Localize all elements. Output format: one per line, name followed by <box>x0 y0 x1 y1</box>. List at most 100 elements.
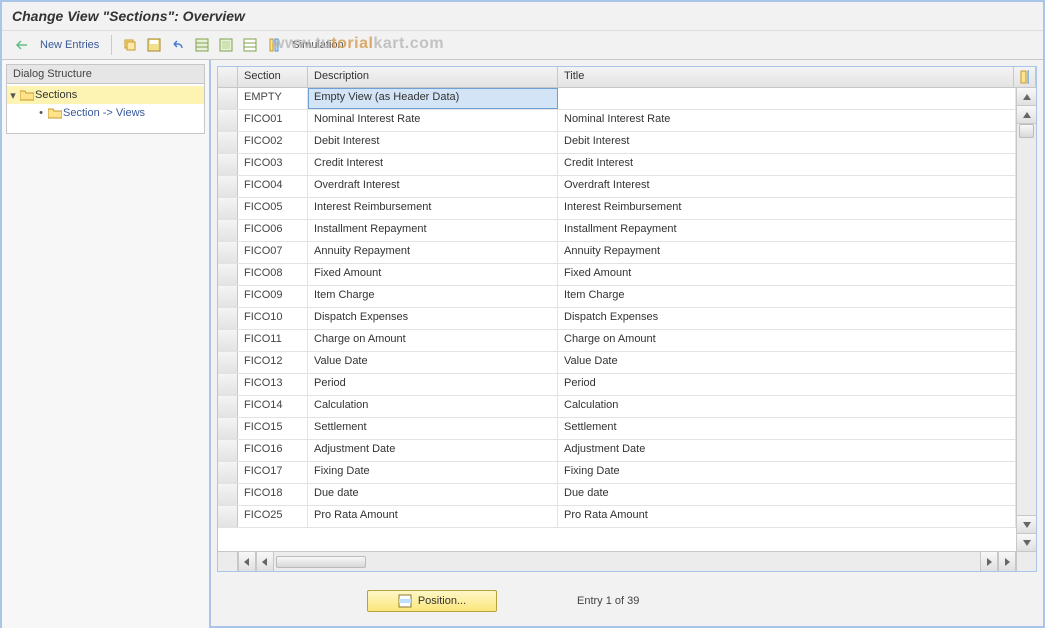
cell-title[interactable]: Charge on Amount <box>558 330 1016 351</box>
cell-description[interactable]: Debit Interest <box>308 132 558 153</box>
cell-title[interactable]: Item Charge <box>558 286 1016 307</box>
cell-section[interactable]: FICO03 <box>238 154 308 175</box>
table-row[interactable]: FICO12Value DateValue Date <box>218 352 1016 374</box>
hscroll-thumb[interactable] <box>276 556 366 568</box>
hscroll-right2-icon[interactable] <box>980 552 998 571</box>
col-header-title[interactable]: Title <box>558 67 1014 87</box>
cell-section[interactable]: FICO11 <box>238 330 308 351</box>
row-handle[interactable] <box>218 264 238 285</box>
row-handle[interactable] <box>218 308 238 329</box>
cell-description[interactable]: Installment Repayment <box>308 220 558 241</box>
table-row[interactable]: FICO11Charge on AmountCharge on Amount <box>218 330 1016 352</box>
cell-title[interactable]: Adjustment Date <box>558 440 1016 461</box>
table-row[interactable]: FICO07Annuity RepaymentAnnuity Repayment <box>218 242 1016 264</box>
cell-description[interactable]: Settlement <box>308 418 558 439</box>
grid-corner[interactable] <box>218 67 238 87</box>
table-row[interactable]: FICO09Item ChargeItem Charge <box>218 286 1016 308</box>
scroll-down2-icon[interactable] <box>1017 515 1036 533</box>
row-handle[interactable] <box>218 132 238 153</box>
vertical-scrollbar[interactable] <box>1016 88 1036 551</box>
hscroll-left2-icon[interactable] <box>256 552 274 571</box>
table-row[interactable]: FICO01Nominal Interest RateNominal Inter… <box>218 110 1016 132</box>
cell-section[interactable]: FICO09 <box>238 286 308 307</box>
cell-title[interactable]: Fixed Amount <box>558 264 1016 285</box>
table-row[interactable]: FICO13PeriodPeriod <box>218 374 1016 396</box>
cell-title[interactable]: Calculation <box>558 396 1016 417</box>
cell-section[interactable]: FICO16 <box>238 440 308 461</box>
row-handle[interactable] <box>218 176 238 197</box>
copy-icon[interactable] <box>120 35 140 55</box>
tree-node-sections[interactable]: ▾ Sections <box>7 86 204 104</box>
cell-title[interactable] <box>558 88 1016 109</box>
position-button[interactable]: Position... <box>367 590 497 612</box>
row-handle[interactable] <box>218 418 238 439</box>
cell-section[interactable]: FICO06 <box>238 220 308 241</box>
cell-title[interactable]: Nominal Interest Rate <box>558 110 1016 131</box>
save-icon[interactable] <box>144 35 164 55</box>
row-handle[interactable] <box>218 110 238 131</box>
cell-section[interactable]: FICO12 <box>238 352 308 373</box>
cell-section[interactable]: FICO01 <box>238 110 308 131</box>
cell-title[interactable]: Credit Interest <box>558 154 1016 175</box>
cell-title[interactable]: Annuity Repayment <box>558 242 1016 263</box>
cell-title[interactable]: Debit Interest <box>558 132 1016 153</box>
table-row[interactable]: FICO18Due dateDue date <box>218 484 1016 506</box>
cell-section[interactable]: FICO17 <box>238 462 308 483</box>
cell-section[interactable]: FICO25 <box>238 506 308 527</box>
row-handle[interactable] <box>218 396 238 417</box>
cell-description[interactable]: Empty View (as Header Data) <box>308 88 558 109</box>
cell-section[interactable]: FICO13 <box>238 374 308 395</box>
row-handle[interactable] <box>218 484 238 505</box>
table-row[interactable]: FICO14CalculationCalculation <box>218 396 1016 418</box>
table-row[interactable]: FICO05Interest ReimbursementInterest Rei… <box>218 198 1016 220</box>
table-row[interactable]: FICO02Debit InterestDebit Interest <box>218 132 1016 154</box>
row-handle[interactable] <box>218 154 238 175</box>
cell-title[interactable]: Due date <box>558 484 1016 505</box>
tree-node-section-views[interactable]: • Section -> Views <box>7 104 204 122</box>
table-row[interactable]: FICO10Dispatch ExpensesDispatch Expenses <box>218 308 1016 330</box>
row-handle[interactable] <box>218 352 238 373</box>
cell-section[interactable]: FICO08 <box>238 264 308 285</box>
cell-description[interactable]: Dispatch Expenses <box>308 308 558 329</box>
table-row[interactable]: FICO25Pro Rata AmountPro Rata Amount <box>218 506 1016 528</box>
scroll-thumb[interactable] <box>1019 124 1034 138</box>
row-handle[interactable] <box>218 374 238 395</box>
col-config-icon[interactable] <box>1014 67 1036 87</box>
deselect-all-icon[interactable] <box>240 35 260 55</box>
cell-title[interactable]: Settlement <box>558 418 1016 439</box>
table-row[interactable]: FICO03Credit InterestCredit Interest <box>218 154 1016 176</box>
cell-description[interactable]: Period <box>308 374 558 395</box>
cell-section[interactable]: FICO15 <box>238 418 308 439</box>
col-header-description[interactable]: Description <box>308 67 558 87</box>
cell-description[interactable]: Value Date <box>308 352 558 373</box>
row-handle[interactable] <box>218 330 238 351</box>
cell-description[interactable]: Charge on Amount <box>308 330 558 351</box>
row-handle[interactable] <box>218 242 238 263</box>
table-row[interactable]: FICO15SettlementSettlement <box>218 418 1016 440</box>
row-handle[interactable] <box>218 286 238 307</box>
cell-title[interactable]: Period <box>558 374 1016 395</box>
cell-description[interactable]: Calculation <box>308 396 558 417</box>
horizontal-scrollbar[interactable] <box>218 551 1036 571</box>
row-handle[interactable] <box>218 440 238 461</box>
row-handle[interactable] <box>218 220 238 241</box>
table-row[interactable]: EMPTYEmpty View (as Header Data) <box>218 88 1016 110</box>
cell-title[interactable]: Installment Repayment <box>558 220 1016 241</box>
cell-section[interactable]: FICO05 <box>238 198 308 219</box>
scroll-up2-icon[interactable] <box>1017 106 1036 124</box>
table-row[interactable]: FICO16Adjustment DateAdjustment Date <box>218 440 1016 462</box>
cell-description[interactable]: Adjustment Date <box>308 440 558 461</box>
expand-toggle-icon[interactable] <box>12 35 32 55</box>
tree-collapse-icon[interactable]: ▾ <box>7 89 19 102</box>
cell-description[interactable]: Nominal Interest Rate <box>308 110 558 131</box>
cell-title[interactable]: Overdraft Interest <box>558 176 1016 197</box>
config-icon[interactable] <box>264 35 284 55</box>
cell-description[interactable]: Interest Reimbursement <box>308 198 558 219</box>
simulation-button[interactable]: Simulation <box>288 37 347 53</box>
cell-section[interactable]: EMPTY <box>238 88 308 109</box>
table-row[interactable]: FICO04Overdraft InterestOverdraft Intere… <box>218 176 1016 198</box>
cell-section[interactable]: FICO14 <box>238 396 308 417</box>
scroll-down-icon[interactable] <box>1017 533 1036 551</box>
cell-title[interactable]: Value Date <box>558 352 1016 373</box>
row-handle[interactable] <box>218 88 238 109</box>
